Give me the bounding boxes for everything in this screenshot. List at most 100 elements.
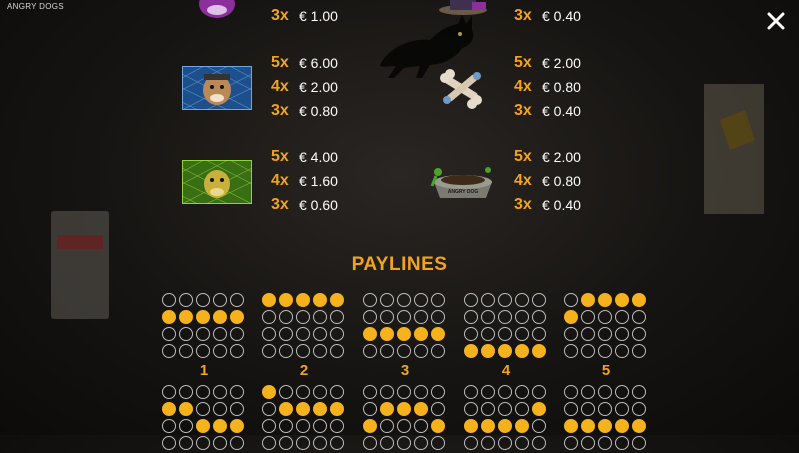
pay-multiplier: 3x bbox=[514, 7, 532, 24]
payline-dot-active bbox=[330, 293, 344, 307]
payline-dot bbox=[564, 293, 578, 307]
payline-dot-active bbox=[330, 402, 344, 416]
payline-dot bbox=[581, 344, 595, 358]
payline-number: 1 bbox=[199, 362, 209, 379]
payline-dot bbox=[598, 310, 612, 324]
payline-dot bbox=[313, 419, 327, 433]
pay-value: € 1.00 bbox=[299, 8, 338, 24]
payline-dot bbox=[296, 327, 310, 341]
payline-dot-active bbox=[363, 419, 377, 433]
payline-dot-active bbox=[615, 293, 629, 307]
payline-dot bbox=[598, 436, 612, 450]
payline-dot bbox=[313, 344, 327, 358]
close-button[interactable] bbox=[763, 8, 789, 34]
payline-dot bbox=[363, 436, 377, 450]
pay-multiplier: 5x bbox=[271, 54, 289, 71]
payline-dot bbox=[179, 419, 193, 433]
payline-dot-active bbox=[296, 293, 310, 307]
payline-dot bbox=[313, 385, 327, 399]
payline-dot-active bbox=[498, 419, 512, 433]
payline-dot bbox=[363, 310, 377, 324]
payline-dot-active bbox=[296, 402, 310, 416]
payline-dot-active bbox=[162, 402, 176, 416]
payline-dot-active bbox=[414, 327, 428, 341]
payline-dot bbox=[213, 327, 227, 341]
pay-value: € 0.40 bbox=[542, 197, 581, 213]
payline-dot-active bbox=[431, 327, 445, 341]
payline-grid bbox=[464, 385, 548, 453]
payline-grid bbox=[162, 293, 246, 361]
payline-dot bbox=[464, 402, 478, 416]
pay-value: € 0.80 bbox=[542, 79, 581, 95]
payline-dot bbox=[564, 402, 578, 416]
payline-6 bbox=[162, 385, 246, 453]
payline-dot bbox=[615, 344, 629, 358]
payline-dot bbox=[532, 436, 546, 450]
payline-dot bbox=[515, 327, 529, 341]
dog-hat-symbol bbox=[428, 0, 498, 18]
payline-dot bbox=[431, 436, 445, 450]
payline-9 bbox=[464, 385, 548, 453]
payline-dot bbox=[262, 402, 276, 416]
payline-dot bbox=[313, 310, 327, 324]
payline-dot bbox=[380, 436, 394, 450]
payline-dot bbox=[414, 344, 428, 358]
payline-dot bbox=[431, 344, 445, 358]
payline-dot bbox=[414, 385, 428, 399]
payline-dot bbox=[498, 327, 512, 341]
payline-dot bbox=[581, 402, 595, 416]
payline-dot bbox=[380, 293, 394, 307]
payline-dot bbox=[330, 436, 344, 450]
payline-dot bbox=[363, 402, 377, 416]
payline-number: 2 bbox=[299, 362, 309, 379]
dog-bowl-text: ANGRY DOG bbox=[448, 189, 479, 195]
payline-dot bbox=[213, 402, 227, 416]
payline-dot bbox=[213, 385, 227, 399]
payline-dot bbox=[380, 419, 394, 433]
payline-dot bbox=[279, 385, 293, 399]
payline-dot bbox=[230, 293, 244, 307]
payline-dot bbox=[179, 344, 193, 358]
payline-dot bbox=[397, 385, 411, 399]
payline-dot-active bbox=[498, 344, 512, 358]
payline-dot-active bbox=[564, 310, 578, 324]
payline-dot bbox=[162, 419, 176, 433]
payline-dot bbox=[262, 310, 276, 324]
wall-poster-background bbox=[704, 84, 764, 214]
payline-dot bbox=[464, 293, 478, 307]
payline-grid bbox=[564, 385, 648, 453]
payline-dot-active bbox=[179, 402, 193, 416]
payline-dot bbox=[598, 402, 612, 416]
payline-dot bbox=[162, 293, 176, 307]
payline-dot bbox=[397, 344, 411, 358]
payline-dot-active bbox=[230, 310, 244, 324]
payline-dot bbox=[380, 385, 394, 399]
payline-dot bbox=[615, 436, 629, 450]
payline-dot bbox=[581, 436, 595, 450]
dog-bowl-symbol: ANGRY DOG bbox=[428, 160, 498, 204]
payline-dot-active bbox=[598, 293, 612, 307]
payline-dot bbox=[564, 436, 578, 450]
payline-dot bbox=[296, 344, 310, 358]
payline-dot-active bbox=[581, 293, 595, 307]
payline-dot-active bbox=[397, 327, 411, 341]
payline-dot bbox=[498, 385, 512, 399]
payline-dot bbox=[162, 385, 176, 399]
payline-dot bbox=[397, 293, 411, 307]
payline-grid bbox=[564, 293, 648, 361]
payline-dot-active bbox=[532, 344, 546, 358]
payline-dot-active bbox=[515, 419, 529, 433]
pay-multiplier: 3x bbox=[271, 102, 289, 119]
payline-dot bbox=[564, 327, 578, 341]
payline-dot-active bbox=[313, 402, 327, 416]
payline-dot bbox=[279, 310, 293, 324]
pay-value: € 1.60 bbox=[299, 173, 338, 189]
payline-3: 3 bbox=[363, 293, 447, 379]
payline-dot-active bbox=[598, 419, 612, 433]
payline-2: 2 bbox=[262, 293, 346, 379]
purple-dog-symbol bbox=[182, 0, 252, 18]
payline-dot-active bbox=[380, 327, 394, 341]
payline-dot bbox=[464, 327, 478, 341]
payline-dot bbox=[397, 419, 411, 433]
payline-dot bbox=[632, 327, 646, 341]
